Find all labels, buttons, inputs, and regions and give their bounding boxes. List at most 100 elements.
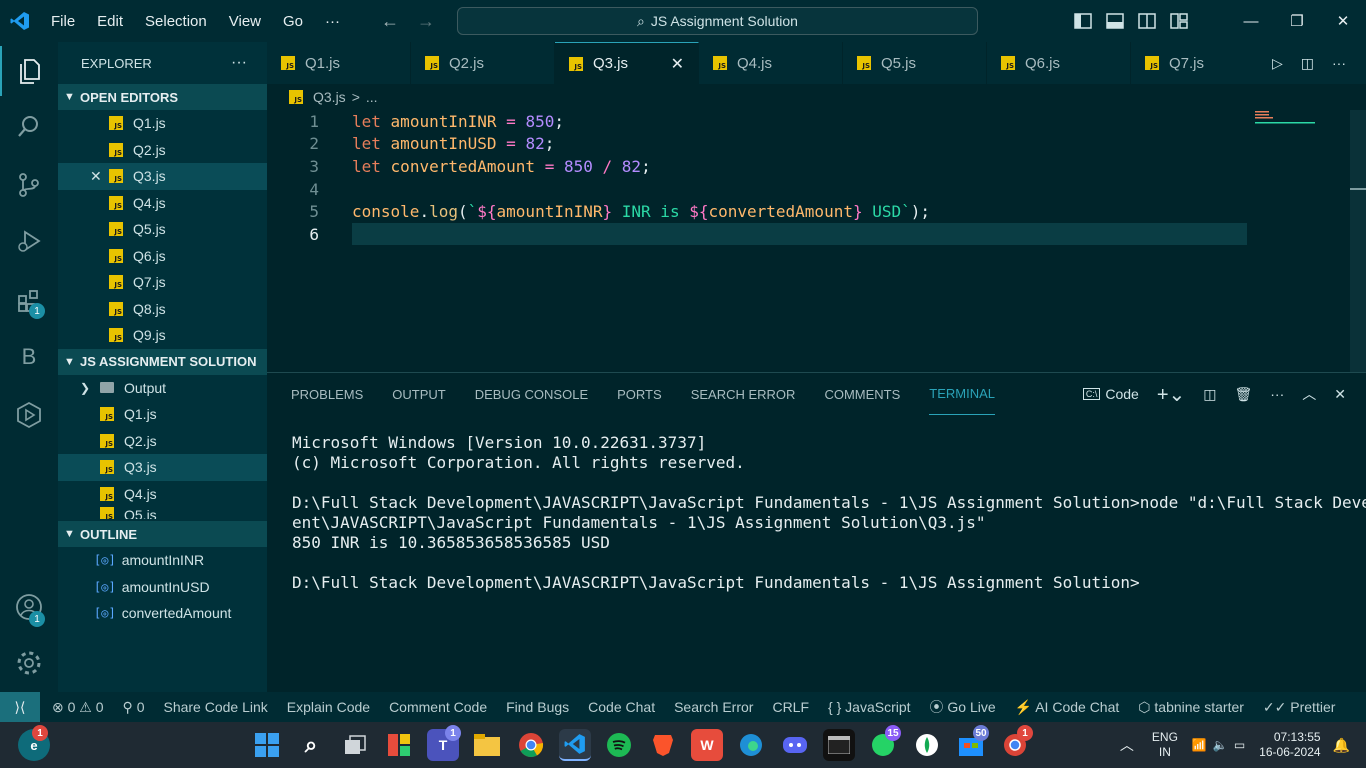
file-explorer-icon[interactable]: [471, 729, 503, 761]
source-control-icon[interactable]: [0, 160, 58, 210]
taskbar-search-icon[interactable]: ⌕: [295, 729, 327, 761]
line-endings[interactable]: CRLF: [772, 699, 809, 715]
settings-gear-icon[interactable]: [0, 638, 58, 688]
open-editor-item[interactable]: JS Q5.js: [58, 216, 267, 243]
outline-section[interactable]: ▼ OUTLINE: [58, 521, 267, 547]
more-actions-icon[interactable]: ···: [1332, 55, 1346, 71]
brave-icon[interactable]: [647, 729, 679, 761]
maximize-panel-icon[interactable]: ︿: [1302, 384, 1316, 404]
split-terminal-icon[interactable]: ◫: [1203, 386, 1216, 403]
discord-icon[interactable]: [779, 729, 811, 761]
outline-item[interactable]: [◎] amountInUSD: [58, 574, 267, 601]
chrome-icon[interactable]: [515, 729, 547, 761]
ai-code-chat[interactable]: ⚡ AI Code Chat: [1015, 699, 1120, 716]
wifi-icon[interactable]: 📶: [1192, 738, 1207, 752]
vscode-taskbar-icon[interactable]: [559, 729, 591, 761]
tab-debug-console[interactable]: DEBUG CONSOLE: [475, 373, 588, 415]
search-error[interactable]: Search Error: [674, 699, 753, 715]
microsoft-store-icon[interactable]: 50: [955, 725, 989, 761]
toggle-secondary-sidebar-icon[interactable]: [1138, 13, 1156, 29]
menu-edit[interactable]: Edit: [86, 13, 134, 30]
panel-more-icon[interactable]: ···: [1270, 386, 1284, 402]
explain-code[interactable]: Explain Code: [287, 699, 370, 715]
terminal-output[interactable]: Microsoft Windows [Version 10.0.22631.37…: [292, 433, 1366, 593]
editor-scrollbar[interactable]: [1350, 110, 1366, 372]
minimap[interactable]: [1255, 110, 1325, 130]
menu-go[interactable]: Go: [272, 13, 314, 30]
tab-problems[interactable]: PROBLEMS: [291, 373, 363, 415]
tab-q5[interactable]: JS Q5.js: [843, 42, 987, 84]
task-view-icon[interactable]: [339, 729, 371, 761]
explorer-icon[interactable]: [0, 46, 58, 96]
open-editor-item[interactable]: JS Q1.js: [58, 110, 267, 137]
volume-icon[interactable]: 🔈: [1213, 738, 1228, 752]
terminal-selector[interactable]: C:\ Code: [1082, 386, 1139, 402]
whatsapp-icon[interactable]: 15: [867, 725, 901, 761]
remote-indicator-icon[interactable]: ⟩⟨: [0, 692, 40, 722]
maximize-button[interactable]: ❐: [1274, 12, 1320, 30]
go-live-button[interactable]: ⦿ Go Live: [930, 697, 996, 717]
menu-view[interactable]: View: [218, 13, 272, 30]
folder-item-output[interactable]: ❯ Output: [58, 375, 267, 402]
tab-search-error[interactable]: SEARCH ERROR: [691, 373, 796, 415]
clock[interactable]: 07:13:55 16-06-2024: [1259, 730, 1320, 760]
tab-ports[interactable]: PORTS: [617, 373, 662, 415]
code-chat[interactable]: Code Chat: [588, 699, 655, 715]
forward-arrow-icon[interactable]: →: [417, 11, 435, 32]
open-editor-item-active[interactable]: ✕ JS Q3.js: [58, 163, 267, 190]
close-tab-icon[interactable]: ✕: [671, 54, 684, 74]
find-bugs[interactable]: Find Bugs: [506, 699, 569, 715]
open-editor-item[interactable]: JS Q9.js: [58, 322, 267, 349]
ports-indicator[interactable]: ⚲ 0: [123, 699, 145, 716]
outline-item[interactable]: [◎] convertedAmount: [58, 600, 267, 627]
tab-terminal[interactable]: TERMINAL: [929, 373, 996, 415]
share-code-link[interactable]: Share Code Link: [163, 699, 267, 715]
open-editor-item[interactable]: JS Q2.js: [58, 137, 267, 164]
battery-icon[interactable]: ▭: [1234, 738, 1245, 752]
edge-icon[interactable]: [735, 729, 767, 761]
terminal-app-icon[interactable]: [823, 729, 855, 761]
open-editor-item[interactable]: JS Q6.js: [58, 243, 267, 270]
folder-section[interactable]: ▼ JS ASSIGNMENT SOLUTION: [58, 348, 267, 375]
toggle-panel-icon[interactable]: [1106, 13, 1124, 29]
tab-q4[interactable]: JS Q4.js: [699, 42, 843, 84]
tree-file-item[interactable]: JS Q4.js: [58, 481, 267, 508]
extensions-icon[interactable]: 1: [0, 276, 58, 326]
tree-file-item-selected[interactable]: JS Q3.js: [58, 454, 267, 481]
open-editors-section[interactable]: ▼ OPEN EDITORS: [58, 84, 267, 110]
breadcrumb-file[interactable]: Q3.js: [313, 89, 346, 105]
chrome-profile-icon[interactable]: 1: [999, 725, 1033, 761]
breadcrumb-rest[interactable]: ...: [366, 89, 378, 105]
bookmarks-icon[interactable]: B: [0, 332, 58, 382]
teams-icon[interactable]: T1: [427, 725, 461, 761]
spotify-icon[interactable]: [603, 729, 635, 761]
command-center-search[interactable]: ⌕ JS Assignment Solution: [457, 7, 978, 35]
widgets-icon[interactable]: [383, 729, 415, 761]
edge-dev-icon[interactable]: e1: [18, 725, 50, 761]
wps-office-icon[interactable]: W: [691, 729, 723, 761]
tab-output[interactable]: OUTPUT: [392, 373, 445, 415]
tab-q2[interactable]: JS Q2.js: [411, 42, 555, 84]
menu-more[interactable]: ···: [314, 13, 351, 30]
start-menu-icon[interactable]: [251, 729, 283, 761]
run-debug-icon[interactable]: [0, 216, 58, 266]
open-editor-item[interactable]: JS Q7.js: [58, 269, 267, 296]
tree-file-item[interactable]: JS Q2.js: [58, 428, 267, 455]
open-editor-item[interactable]: JS Q8.js: [58, 296, 267, 323]
run-code-icon[interactable]: ▷: [1272, 55, 1283, 72]
tab-q3[interactable]: JS Q3.js ✕: [555, 42, 699, 84]
notification-bell-icon[interactable]: 🔔: [1333, 737, 1350, 754]
tab-q1[interactable]: JS Q1.js: [267, 42, 411, 84]
tab-q7[interactable]: JS Q7.js: [1131, 42, 1275, 84]
code-editor[interactable]: 1 let amountInINR = 850; 2 let amountInU…: [267, 110, 1366, 372]
comment-code[interactable]: Comment Code: [389, 699, 487, 715]
explorer-more-button[interactable]: ···: [231, 54, 247, 72]
tray-overflow-icon[interactable]: ︿: [1120, 735, 1134, 755]
split-editor-icon[interactable]: ◫: [1301, 55, 1314, 72]
tree-file-item[interactable]: JS Q5.js: [58, 507, 267, 519]
minimize-button[interactable]: —: [1228, 13, 1274, 30]
close-editor-icon[interactable]: ✕: [90, 168, 102, 185]
new-terminal-icon[interactable]: +⌄: [1157, 382, 1185, 407]
problems-count[interactable]: ⊗ 0 ⚠ 0: [52, 699, 104, 716]
back-arrow-icon[interactable]: ←: [381, 11, 399, 32]
